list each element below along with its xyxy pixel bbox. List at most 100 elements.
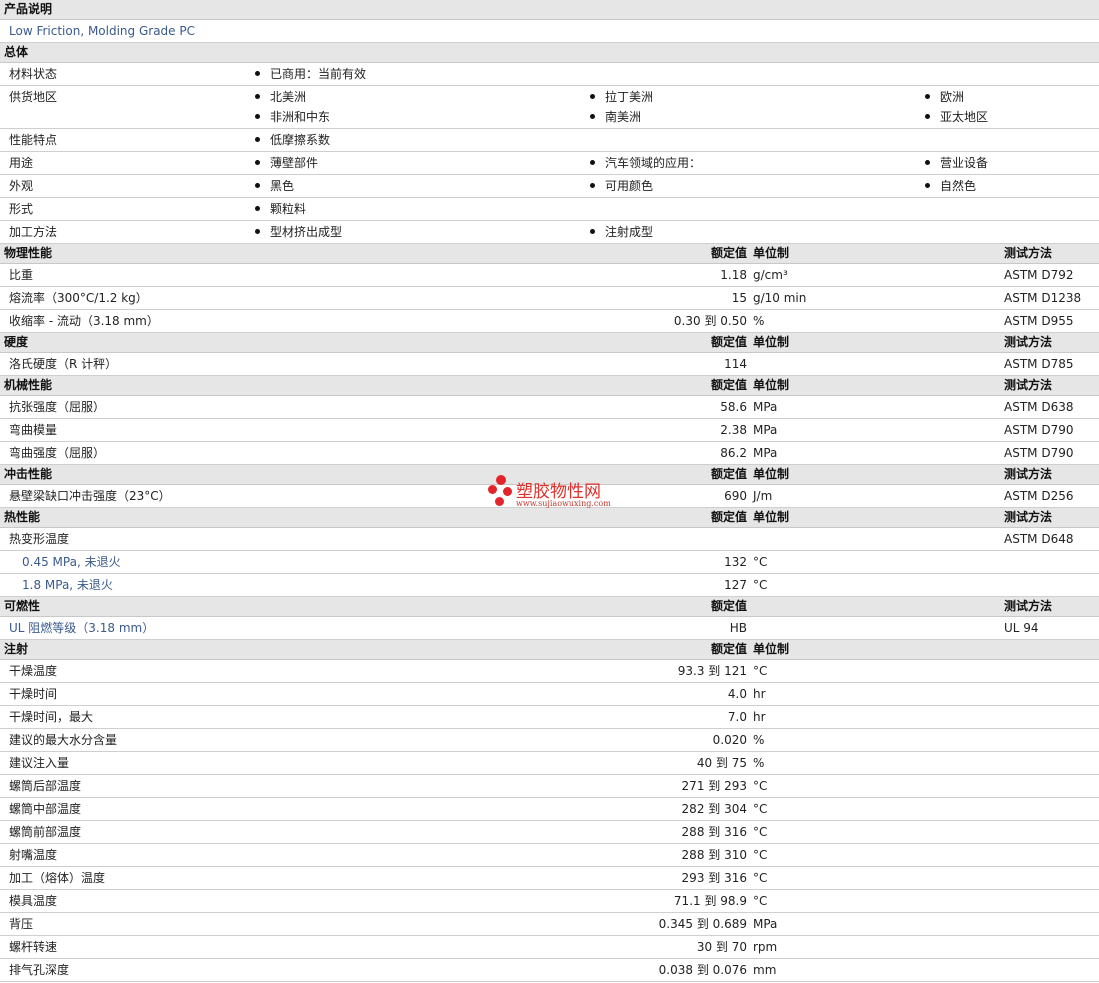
bullet-icon [925, 94, 930, 99]
col-header-unit: 单位制 [753, 378, 790, 392]
property-label: 干燥时间，最大 [9, 710, 94, 724]
property-value: 0.345 到 0.689 [658, 917, 747, 931]
col-header-nominal: 额定值 [710, 599, 747, 613]
bullet-icon [925, 114, 930, 119]
col-header-nominal: 额定值 [710, 510, 747, 524]
bullet-icon [255, 137, 260, 142]
test-method: ASTM D1238 [1004, 291, 1082, 305]
bullet-item: 薄壁部件 [255, 152, 318, 174]
property-value: 690 [724, 489, 747, 503]
property-unit: °C [753, 802, 768, 816]
bullet-icon [590, 183, 595, 188]
table-row: 加工（熔体）温度 293 到 316 °C [0, 867, 1099, 890]
property-label: 螺筒前部温度 [9, 825, 82, 839]
table-row: 0.45 MPa, 未退火 132 °C [0, 551, 1099, 574]
general-row: 加工方法 型材挤出成型 注射成型 [0, 221, 1099, 244]
general-label: 加工方法 [9, 225, 58, 239]
col-header-method: 测试方法 [1004, 599, 1053, 613]
bullet-icon [925, 183, 930, 188]
general-row: 材料状态 已商用：当前有效 [0, 63, 1099, 86]
property-label: 1.8 MPa, 未退火 [22, 578, 113, 592]
section-header-flammability: 可燃性 额定值 测试方法 [0, 597, 1099, 617]
table-row: 建议注入量 40 到 75% [0, 752, 1099, 775]
property-unit: °C [753, 779, 768, 793]
description-text: Low Friction, Molding Grade PC [9, 24, 195, 38]
property-label: 射嘴温度 [9, 848, 58, 862]
description-row: Low Friction, Molding Grade PC [0, 20, 1099, 43]
general-row: 性能特点 低摩擦系数 [0, 129, 1099, 152]
section-header-hardness: 硬度 额定值 单位制 测试方法 [0, 333, 1099, 353]
test-method: ASTM D638 [1004, 400, 1074, 414]
property-value: 132 [724, 555, 747, 569]
property-label: 熔流率（300°C/1.2 kg） [9, 291, 148, 305]
bullet-icon [255, 183, 260, 188]
property-label: 干燥时间 [9, 687, 58, 701]
property-unit: g/cm³ [753, 268, 788, 282]
property-label: 螺筒中部温度 [9, 802, 82, 816]
section-header-injection: 注射 额定值 单位制 [0, 640, 1099, 660]
general-label: 性能特点 [9, 133, 58, 147]
section-title: 机械性能 [4, 378, 53, 392]
property-label: 螺筒后部温度 [9, 779, 82, 793]
property-label: 加工（熔体）温度 [9, 871, 106, 885]
property-label: 螺杆转速 [9, 940, 58, 954]
property-value: 114 [724, 357, 747, 371]
general-label: 用途 [9, 156, 34, 170]
property-value: 293 到 316 [681, 871, 747, 885]
property-value: 288 到 316 [681, 825, 747, 839]
property-label: 比重 [9, 268, 34, 282]
property-unit: hr [753, 687, 766, 701]
property-label: 悬壁梁缺口冲击强度（23°C） [9, 489, 171, 503]
property-unit: °C [753, 555, 768, 569]
test-method: ASTM D790 [1004, 446, 1074, 460]
property-value: 7.0 [727, 710, 747, 724]
bullet-icon [590, 229, 595, 234]
test-method: UL 94 [1004, 621, 1039, 635]
table-row: 弯曲模量 2.38 MPa ASTM D790 [0, 419, 1099, 442]
col-header-unit: 单位制 [753, 335, 790, 349]
table-row: 干燥时间 4.0 hr [0, 683, 1099, 706]
property-label: 抗张强度（屈服） [9, 400, 106, 414]
watermark-logo: 塑胶物性网 www.sujiaowuxing.com [486, 473, 626, 513]
property-unit: J/m [753, 489, 773, 503]
bullet-icon [590, 160, 595, 165]
property-value: 58.6 [720, 400, 747, 414]
bullet-item: 型材挤出成型 [255, 221, 342, 243]
section-title: 产品说明 [4, 2, 53, 16]
logo-dot [495, 497, 504, 506]
bullet-item: 注射成型 [590, 221, 653, 243]
bullet-item: 低摩擦系数 [255, 129, 330, 151]
general-label: 形式 [9, 202, 34, 216]
bullet-item: 汽车领域的应用： [590, 152, 701, 174]
table-row: 收缩率 - 流动（3.18 mm） 0.30 到 0.50 % ASTM D95… [0, 310, 1099, 333]
table-row: 螺筒后部温度 271 到 293 °C [0, 775, 1099, 798]
logo-dot [503, 487, 512, 496]
property-unit: MPa [753, 917, 778, 931]
col-header-method: 测试方法 [1004, 467, 1053, 481]
bullet-item: 营业设备 [925, 152, 988, 174]
property-label: 背压 [9, 917, 34, 931]
table-row: 干燥温度 93.3 到 121 °C [0, 660, 1099, 683]
table-row: 干燥时间，最大 7.0 hr [0, 706, 1099, 729]
property-value: 271 到 293 [681, 779, 747, 793]
table-row: 螺筒前部温度 288 到 316 °C [0, 821, 1099, 844]
col-header-method: 测试方法 [1004, 378, 1053, 392]
table-row: 抗张强度（屈服） 58.6 MPa ASTM D638 [0, 396, 1099, 419]
property-value: 0.020 [712, 733, 747, 747]
col-header-unit: 单位制 [753, 467, 790, 481]
logo-dot [488, 485, 497, 494]
general-row: 形式 颗粒料 [0, 198, 1099, 221]
property-value: 1.18 [720, 268, 747, 282]
section-title: 冲击性能 [4, 467, 53, 481]
bullet-item: 欧洲 [925, 86, 964, 108]
property-value: 288 到 310 [681, 848, 747, 862]
table-row: 弯曲强度（屈服） 86.2 MPa ASTM D790 [0, 442, 1099, 465]
section-title: 热性能 [4, 510, 41, 524]
watermark-url: www.sujiaowuxing.com [516, 499, 611, 508]
bullet-icon [925, 160, 930, 165]
test-method: ASTM D648 [1004, 532, 1074, 546]
property-value: 0.30 到 0.50 [673, 314, 747, 328]
property-label: 热变形温度 [9, 532, 70, 546]
col-header-nominal: 额定值 [710, 378, 747, 392]
property-unit: °C [753, 871, 768, 885]
